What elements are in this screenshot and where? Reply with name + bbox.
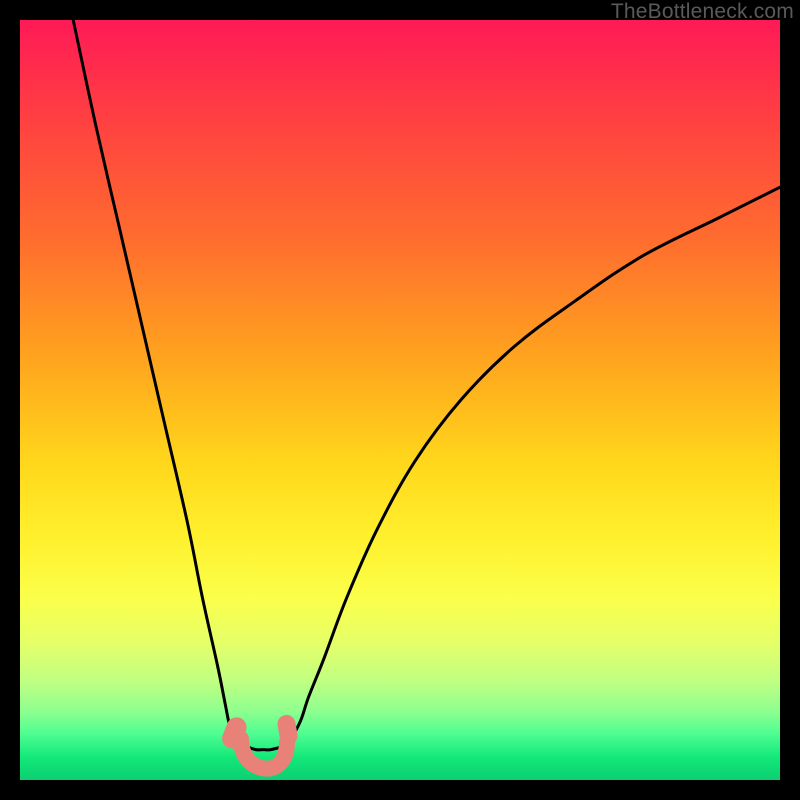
- chart-frame: [20, 20, 780, 780]
- curve-right-branch: [286, 187, 780, 746]
- bottom-u: [241, 739, 287, 769]
- curve-left-branch: [73, 20, 244, 746]
- curve-layer: [20, 20, 780, 780]
- watermark-text: TheBottleneck.com: [611, 0, 794, 24]
